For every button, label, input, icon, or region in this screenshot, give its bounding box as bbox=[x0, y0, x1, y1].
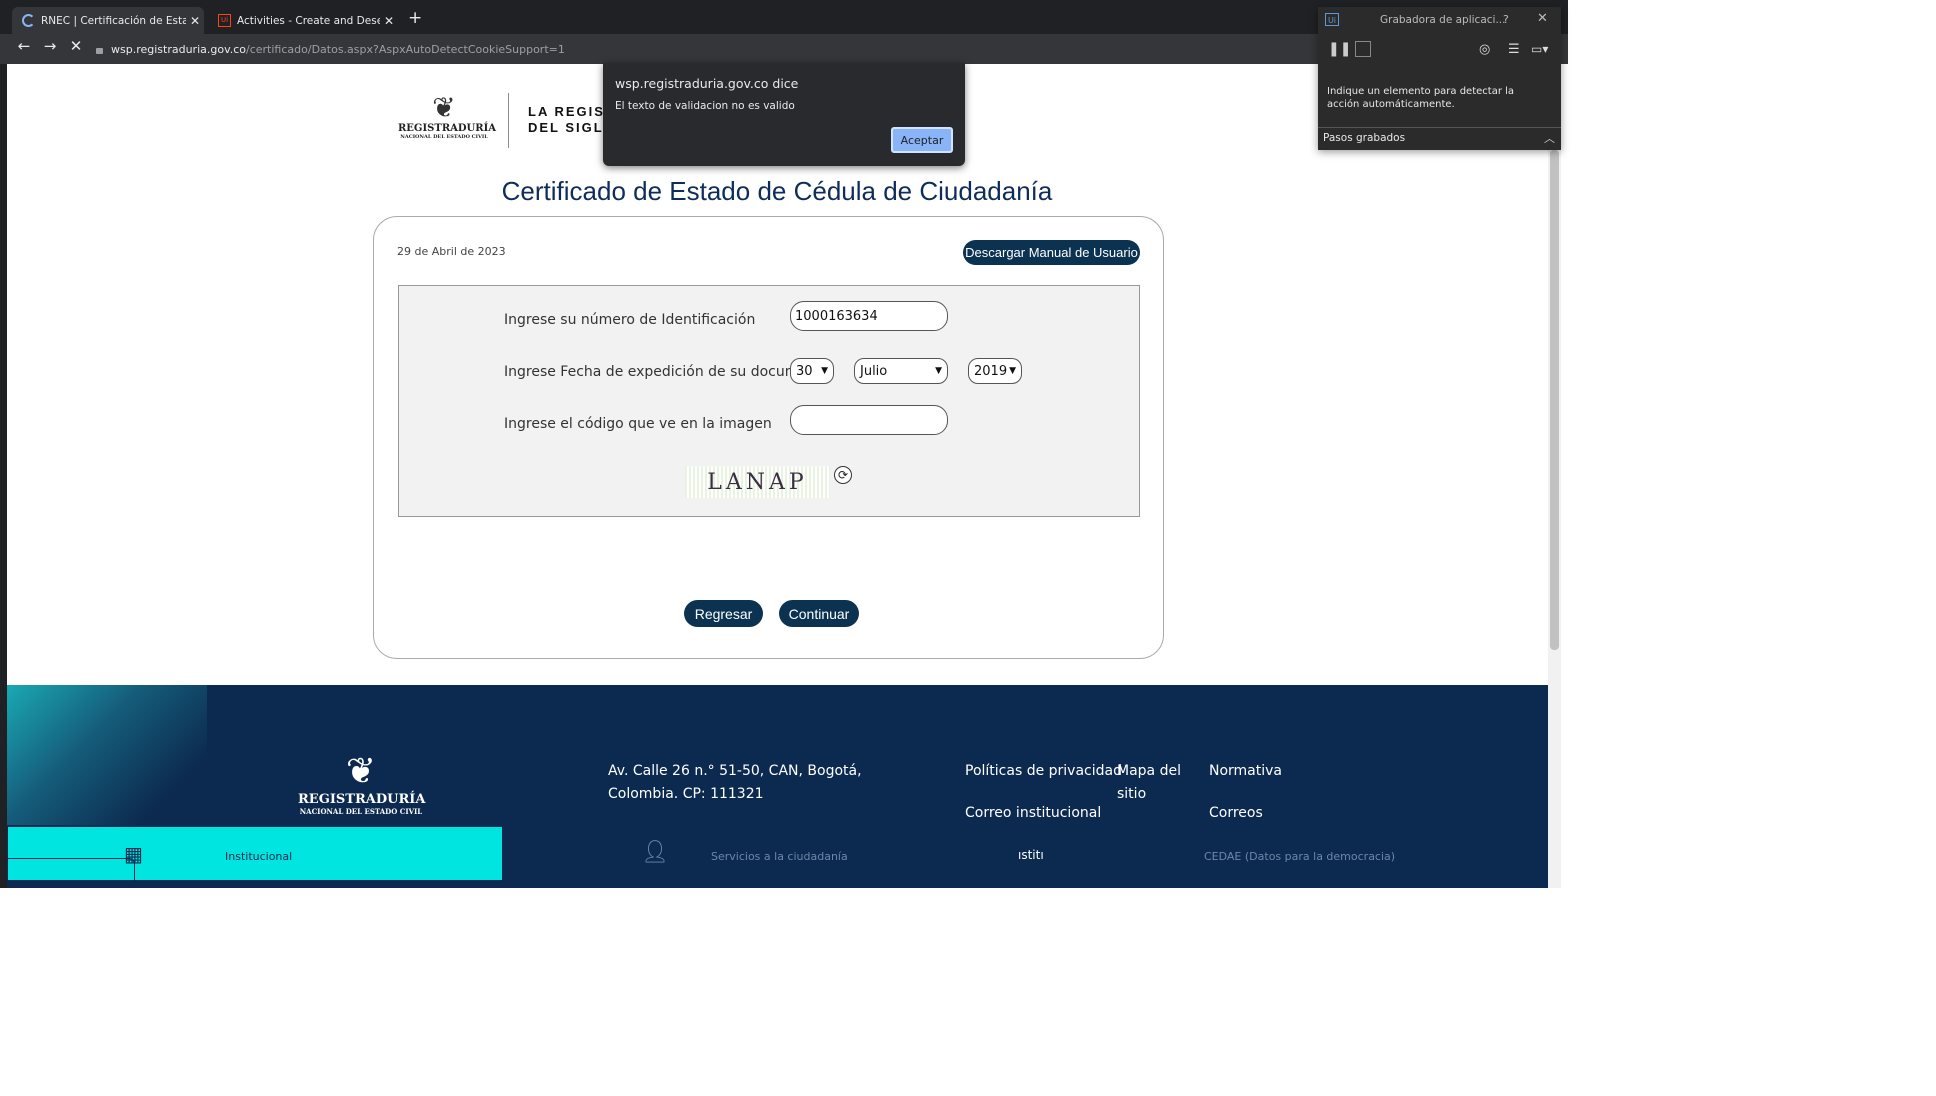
uipath-icon: Ui bbox=[218, 14, 231, 27]
dialog-title: wsp.registraduria.gov.co dice bbox=[615, 76, 799, 91]
dialog-accept-button[interactable]: Aceptar bbox=[891, 127, 953, 153]
footer-logo[interactable]: ❦ REGISTRADURÍA NACIONAL DEL ESTADO CIVI… bbox=[298, 751, 426, 817]
building-icon: ▦ bbox=[124, 842, 143, 866]
user-icon: 👤︎ bbox=[641, 840, 669, 865]
day-value: 30 bbox=[796, 363, 813, 379]
id-label: Ingrese su número de Identificación bbox=[504, 312, 756, 328]
refresh-captcha-icon[interactable]: ⟳ bbox=[834, 466, 852, 484]
stop-loading-icon[interactable]: ✕ bbox=[66, 37, 86, 55]
scrollbar-thumb[interactable] bbox=[1550, 150, 1559, 650]
url-path: /certificado/Datos.aspx?AspxAutoDetectCo… bbox=[246, 42, 565, 56]
chevron-up-icon[interactable]: ︿ bbox=[1544, 130, 1555, 146]
chevron-down-icon: ▼ bbox=[935, 366, 942, 376]
recorded-steps-header[interactable]: Pasos grabados bbox=[1323, 132, 1405, 144]
tab-title: RNEC | Certificación de Estado de Cédula bbox=[41, 14, 186, 27]
tab-rnec[interactable]: RNEC | Certificación de Estado de Cédula… bbox=[12, 7, 204, 34]
decorative-line bbox=[8, 858, 135, 880]
address-bar[interactable]: wsp.registraduria.gov.co/certificado/Dat… bbox=[92, 38, 1322, 60]
close-tab-icon[interactable]: ✕ bbox=[380, 14, 398, 28]
lock-icon bbox=[96, 47, 103, 54]
year-value: 2019 bbox=[974, 363, 1008, 379]
logo-subtitle: NACIONAL DEL ESTADO CIVIL bbox=[400, 134, 488, 140]
captcha-input[interactable] bbox=[790, 405, 948, 435]
dialog-message: El texto de validacion no es valido bbox=[615, 100, 795, 112]
url-host: wsp.registraduria.gov.co bbox=[111, 42, 247, 56]
captcha-image: LANAP bbox=[685, 466, 830, 498]
logo-name: REGISTRADURÍA bbox=[398, 123, 497, 134]
footer-logo-subtitle: NACIONAL DEL ESTADO CIVIL bbox=[299, 807, 423, 816]
footer-link-normativa[interactable]: Normativa bbox=[1209, 760, 1282, 783]
footer-link-institutional-mail[interactable]: Correo institucional bbox=[965, 802, 1101, 825]
new-tab-button[interactable]: + bbox=[408, 8, 422, 28]
month-value: Julio bbox=[860, 363, 888, 379]
day-select[interactable]: 30 ▼ bbox=[790, 358, 834, 384]
pause-icon[interactable]: ❚❚ bbox=[1328, 41, 1351, 57]
close-tab-icon[interactable]: ✕ bbox=[186, 14, 204, 28]
header-divider bbox=[508, 93, 509, 148]
close-icon[interactable]: ✕ bbox=[1537, 11, 1548, 26]
captcha-label: Ingrese el código que ve en la imagen bbox=[504, 416, 772, 432]
help-icon[interactable]: ? bbox=[1503, 13, 1509, 26]
truncated-link[interactable]: ıstitı bbox=[1018, 848, 1044, 862]
recorder-instruction: Indique un elemento para detectar la acc… bbox=[1327, 86, 1515, 110]
more-options-icon[interactable]: ▭▾ bbox=[1531, 42, 1548, 56]
save-icon[interactable] bbox=[1355, 41, 1371, 57]
back-arrow-icon[interactable]: ← bbox=[14, 37, 34, 55]
institucional-label: Institucional bbox=[225, 850, 293, 863]
coat-of-arms-icon: ❦ bbox=[345, 751, 377, 792]
issue-date-label: Ingrese Fecha de expedición de su docume… bbox=[504, 364, 830, 380]
footer-link-sitemap[interactable]: Mapa del sitio bbox=[1117, 760, 1187, 806]
citizen-services-link[interactable]: Servicios a la ciudadanía bbox=[711, 850, 848, 863]
list-icon[interactable]: ☰ bbox=[1508, 42, 1520, 57]
coat-of-arms-icon: ❦ bbox=[432, 91, 456, 124]
download-manual-button[interactable]: Descargar Manual de Usuario bbox=[963, 240, 1140, 265]
footer-link-mail[interactable]: Correos bbox=[1209, 802, 1263, 825]
footer-logo-name: REGISTRADURÍA bbox=[298, 792, 426, 807]
recorder-divider bbox=[1318, 127, 1561, 128]
target-icon[interactable]: ◎ bbox=[1479, 42, 1490, 57]
year-select[interactable]: 2019 ▼ bbox=[968, 358, 1022, 384]
recorder-title: Grabadora de aplicaci... bbox=[1380, 14, 1506, 26]
registraduria-logo[interactable]: ❦ REGISTRADURÍA NACIONAL DEL ESTADO CIVI… bbox=[398, 91, 497, 149]
footer-gradient bbox=[7, 685, 207, 825]
window-border bbox=[0, 0, 7, 888]
footer-link-privacy[interactable]: Políticas de privacidad bbox=[965, 760, 1122, 783]
month-select[interactable]: Julio ▼ bbox=[854, 358, 948, 384]
continue-button[interactable]: Continuar bbox=[779, 600, 859, 627]
forward-arrow-icon[interactable]: → bbox=[40, 37, 60, 55]
footer-address: Av. Calle 26 n.° 51-50, CAN, Bogotá, Col… bbox=[608, 763, 862, 802]
tab-activities[interactable]: Ui Activities - Create and Deserialize ✕ bbox=[208, 7, 398, 34]
chevron-down-icon: ▼ bbox=[1009, 366, 1016, 376]
recorder-panel bbox=[1318, 7, 1561, 150]
chevron-down-icon: ▼ bbox=[821, 366, 828, 376]
cedae-link[interactable]: CEDAE (Datos para la democracia) bbox=[1204, 850, 1395, 863]
page-title: Certificado de Estado de Cédula de Ciuda… bbox=[501, 176, 1053, 206]
current-date: 29 de Abril de 2023 bbox=[397, 245, 506, 258]
back-button[interactable]: Regresar bbox=[684, 600, 763, 627]
id-number-input[interactable]: 1000163634 bbox=[790, 301, 948, 331]
uipath-icon: Ui bbox=[1325, 13, 1339, 26]
tab-title: Activities - Create and Deserialize bbox=[237, 14, 380, 27]
loading-spinner-icon bbox=[22, 14, 35, 27]
